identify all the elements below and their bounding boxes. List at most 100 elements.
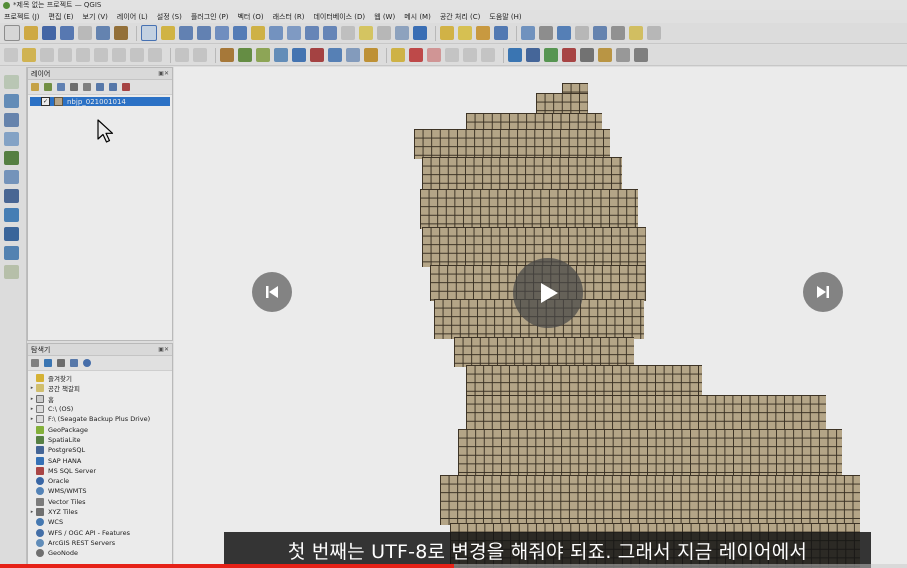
add-vector-icon[interactable] <box>4 75 19 89</box>
add-mssql-icon[interactable] <box>310 48 324 62</box>
delete-selected-icon[interactable] <box>94 48 108 62</box>
browser-item-mssql[interactable]: MS SQL Server <box>28 466 172 476</box>
layer-item[interactable]: ✓ nbjp_021001014 <box>30 97 170 106</box>
menu-view[interactable]: 보기 (V) <box>83 12 108 22</box>
browser-item-geonode[interactable]: GeoNode <box>28 548 172 558</box>
add-wfs-icon[interactable] <box>364 48 378 62</box>
current-edits-icon[interactable] <box>4 48 18 62</box>
browser-item-oracle[interactable]: Oracle <box>28 476 172 486</box>
map-tips-icon[interactable] <box>629 26 643 40</box>
add-feature-icon[interactable] <box>58 48 72 62</box>
measure-line-icon[interactable] <box>611 26 625 40</box>
panel-close-icon[interactable]: ▣✕ <box>158 346 169 353</box>
add-wfs-layer-icon[interactable] <box>4 227 19 241</box>
properties-icon[interactable] <box>83 359 91 367</box>
add-vector-layer-icon[interactable] <box>220 48 234 62</box>
menu-vector[interactable]: 벡터 (O) <box>237 12 263 22</box>
plugin-tool-icon[interactable] <box>562 48 576 62</box>
attribute-table-icon[interactable] <box>494 26 508 40</box>
rotate-label-icon[interactable] <box>463 48 477 62</box>
bookmark-icon[interactable] <box>359 26 373 40</box>
zoom-rubberband-icon[interactable] <box>215 26 229 40</box>
label-tool-icon[interactable] <box>391 48 405 62</box>
zoom-to-layer-icon[interactable] <box>269 26 283 40</box>
add-mesh-icon[interactable] <box>4 113 19 127</box>
add-wcs-icon[interactable] <box>346 48 360 62</box>
filter-legend-icon[interactable] <box>70 83 78 91</box>
browser-item-geopackage[interactable]: GeoPackage <box>28 424 172 434</box>
zoom-native-icon[interactable] <box>287 26 301 40</box>
add-wms-icon[interactable] <box>328 48 342 62</box>
change-label-icon[interactable] <box>481 48 495 62</box>
new-project-icon[interactable] <box>4 25 20 41</box>
filter-by-expression-icon[interactable] <box>83 83 91 91</box>
identify-features-icon[interactable] <box>440 26 454 40</box>
browser-item-vector-tiles[interactable]: Vector Tiles <box>28 497 172 507</box>
browser-item-xyz-tiles[interactable]: ▸ XYZ Tiles <box>28 507 172 517</box>
previous-button[interactable] <box>252 272 292 312</box>
statistics-sum-icon[interactable] <box>575 26 589 40</box>
magnifier-icon[interactable] <box>580 48 594 62</box>
browser-item-spatialite[interactable]: SpatiaLite <box>28 435 172 445</box>
browser-item-arcgis-rest[interactable]: ArcGIS REST Servers <box>28 538 172 548</box>
filter-browser-icon[interactable] <box>57 359 65 367</box>
zoom-to-selection-icon[interactable] <box>251 26 265 40</box>
open-project-icon[interactable] <box>24 26 38 40</box>
save-as-icon[interactable] <box>60 26 74 40</box>
layout-manager-icon[interactable] <box>96 26 110 40</box>
zoom-next-icon[interactable] <box>323 26 337 40</box>
new-shapefile-icon[interactable] <box>4 265 19 279</box>
browser-item-spatial-bookmarks[interactable]: ▸ 공간 책갈피 <box>28 383 172 393</box>
menu-project[interactable]: 프로젝트 (J) <box>4 12 40 22</box>
add-wcs-layer-icon[interactable] <box>4 246 19 260</box>
browser-item-drive-c[interactable]: ▸ C:\ (OS) <box>28 404 172 414</box>
menu-edit[interactable]: 편집 (E) <box>49 12 74 22</box>
pan-to-selection-icon[interactable] <box>161 26 175 40</box>
manage-visibility-icon[interactable] <box>57 83 65 91</box>
select-features-icon[interactable] <box>458 26 472 40</box>
copy-features-icon[interactable] <box>130 48 144 62</box>
pin-labels-icon[interactable] <box>409 48 423 62</box>
attribute-summary-icon[interactable] <box>593 26 607 40</box>
menu-settings[interactable]: 설정 (S) <box>157 12 182 22</box>
globe-icon[interactable] <box>616 48 630 62</box>
add-raster-icon[interactable] <box>4 94 19 108</box>
vertex-tool-icon[interactable] <box>76 48 90 62</box>
redo-icon[interactable] <box>193 48 207 62</box>
plugin-manager-icon[interactable] <box>526 48 540 62</box>
field-calculator-icon[interactable] <box>539 26 553 40</box>
collapse-browser-icon[interactable] <box>70 359 78 367</box>
add-postgis-layer-icon[interactable] <box>4 189 19 203</box>
pan-map-icon[interactable] <box>141 25 157 41</box>
refresh-icon[interactable] <box>413 26 427 40</box>
layer-visibility-checkbox[interactable]: ✓ <box>41 97 50 106</box>
video-progress-bar[interactable] <box>0 564 907 568</box>
tools-icon[interactable] <box>634 48 648 62</box>
collapse-all-icon[interactable] <box>109 83 117 91</box>
browser-item-home[interactable]: ▸ 홈 <box>28 394 172 404</box>
cut-features-icon[interactable] <box>112 48 126 62</box>
temporal-controller-icon[interactable] <box>395 26 409 40</box>
browser-item-sap-hana[interactable]: SAP HANA <box>28 455 172 465</box>
add-delimited-text-icon[interactable] <box>256 48 270 62</box>
deselect-icon[interactable] <box>476 26 490 40</box>
open-layer-styling-icon[interactable] <box>31 83 39 91</box>
browser-item-wms-wmts[interactable]: WMS/WMTS <box>28 486 172 496</box>
add-virtual-layer-icon[interactable] <box>4 170 19 184</box>
refresh-browser-icon[interactable] <box>44 359 52 367</box>
add-selected-layers-icon[interactable] <box>31 359 39 367</box>
menu-layer[interactable]: 레이어 (L) <box>117 12 148 22</box>
menu-database[interactable]: 데이터베이스 (D) <box>313 12 365 22</box>
style-manager-icon[interactable] <box>114 26 128 40</box>
browser-item-drive-f[interactable]: ▸ F:\ (Seagate Backup Plus Drive) <box>28 414 172 424</box>
python-console-icon[interactable] <box>508 48 522 62</box>
add-spatialite-icon[interactable] <box>274 48 288 62</box>
save-project-icon[interactable] <box>42 26 56 40</box>
add-wms-layer-icon[interactable] <box>4 208 19 222</box>
browser-item-wcs[interactable]: WCS <box>28 517 172 527</box>
panel-close-icon[interactable]: ▣✕ <box>158 70 169 77</box>
remove-layer-icon[interactable] <box>122 83 130 91</box>
browser-item-wfs[interactable]: WFS / OGC API - Features <box>28 527 172 537</box>
menu-web[interactable]: 웹 (W) <box>374 12 395 22</box>
show-labels-icon[interactable] <box>427 48 441 62</box>
